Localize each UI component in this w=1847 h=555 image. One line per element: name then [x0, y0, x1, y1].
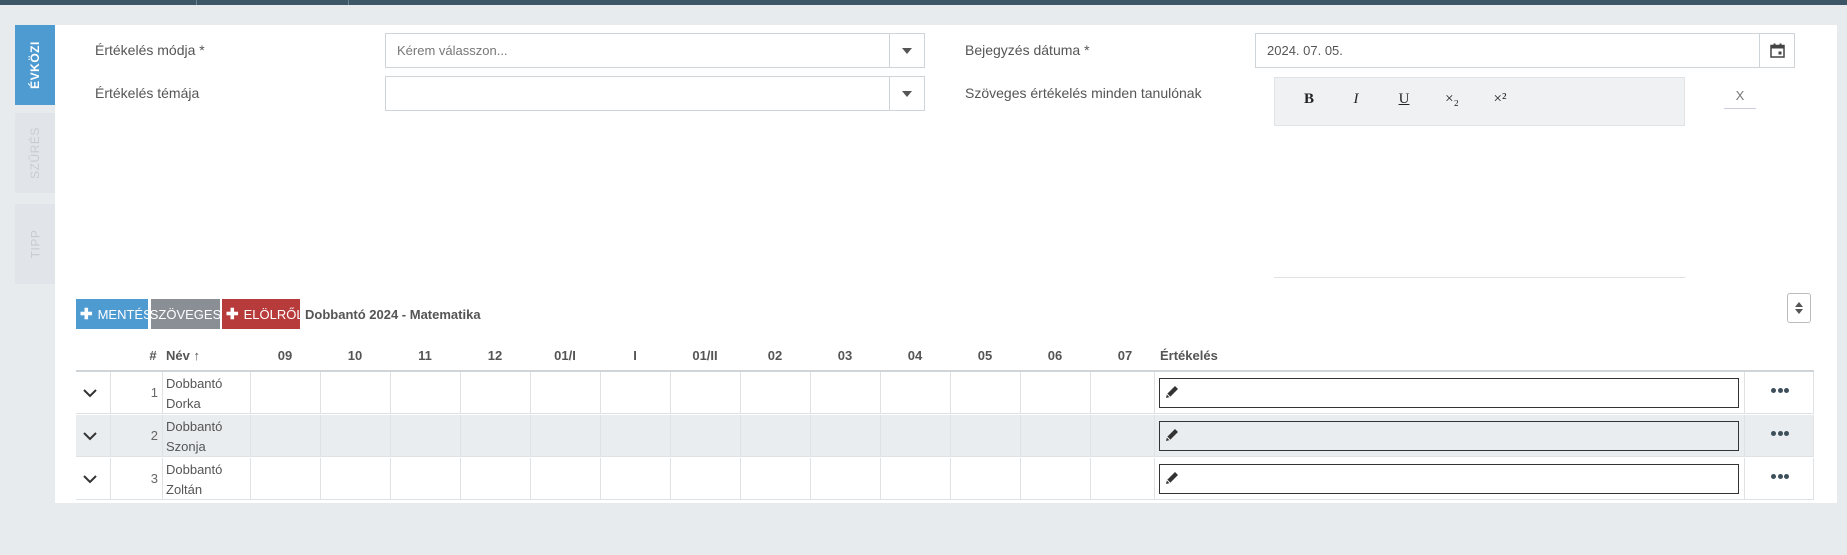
col-month: 05 [977, 348, 993, 363]
underline-button[interactable]: U [1391, 91, 1417, 113]
sort-toggle-button[interactable] [1787, 293, 1811, 323]
text-button[interactable]: SZÖVEGES [149, 299, 222, 329]
italic-button[interactable]: I [1343, 91, 1369, 113]
row-number: 3 [150, 471, 158, 486]
date-input[interactable]: 2024. 07. 05. [1255, 33, 1795, 68]
col-month: 06 [1047, 348, 1063, 363]
chevron-down-icon[interactable] [82, 471, 98, 487]
calendar-icon[interactable] [1759, 34, 1794, 67]
col-grade: Értékelés [1160, 348, 1218, 363]
clear-button[interactable]: X [1724, 83, 1756, 109]
save-button[interactable]: ✚ MENTÉS [76, 299, 152, 329]
col-name-label: Név [166, 348, 190, 363]
pencil-icon [1166, 429, 1178, 441]
student-name: Dobbantó Dorka [166, 376, 223, 411]
topic-select[interactable] [385, 76, 925, 111]
subscript-button[interactable]: ×₂ [1439, 91, 1465, 113]
sort-up-icon [1795, 302, 1803, 307]
tab-label: TIPP [27, 229, 42, 259]
chevron-down-icon[interactable] [82, 428, 98, 444]
tab-szures[interactable]: SZŰRÉS [15, 113, 55, 193]
col-name[interactable]: Név ↑ [166, 348, 200, 363]
mode-placeholder: Kérem válasszon... [397, 43, 508, 58]
tab-evkozi[interactable]: ÉVKÖZI [15, 25, 55, 105]
chevron-down-icon[interactable] [889, 77, 924, 110]
table-row: 2 Dobbantó Szonja [76, 415, 1814, 457]
pencil-icon [1166, 386, 1178, 398]
bold-button[interactable]: B [1296, 91, 1322, 113]
date-label: Bejegyzés dátuma * [965, 42, 1090, 58]
col-month: 02 [767, 348, 783, 363]
col-month: 09 [277, 348, 293, 363]
more-icon[interactable] [1771, 431, 1789, 437]
more-icon[interactable] [1771, 388, 1789, 394]
table-row: 1 Dobbantó Dorka [76, 372, 1814, 414]
col-month: 03 [837, 348, 853, 363]
tab-tipp[interactable]: TIPP [15, 204, 55, 284]
text-label: SZÖVEGES [149, 306, 222, 322]
tab-label: ÉVKÖZI [28, 41, 43, 89]
sort-arrow-icon: ↑ [189, 348, 200, 363]
col-month: 12 [487, 348, 503, 363]
col-month: I [633, 348, 637, 363]
table-row: 3 Dobbantó Zoltán [76, 458, 1814, 500]
col-month: 11 [418, 348, 432, 363]
col-month: 01/I [554, 348, 576, 363]
table-header: # Név ↑ 09 10 11 12 01/I I 01/II 02 03 0… [76, 340, 1814, 372]
col-month: 01/II [692, 348, 718, 363]
chevron-down-icon[interactable] [82, 385, 98, 401]
plus-icon: ✚ [226, 306, 239, 323]
topic-label: Értékelés témája [95, 85, 200, 101]
student-name: Dobbantó Zoltán [166, 462, 223, 497]
superscript-button[interactable]: ×² [1487, 91, 1513, 113]
plus-icon: ✚ [80, 306, 93, 323]
tab-label: SZŰRÉS [28, 127, 42, 179]
date-value: 2024. 07. 05. [1267, 43, 1343, 58]
text-editor[interactable] [1274, 126, 1685, 278]
chevron-down-icon[interactable] [889, 34, 924, 67]
reset-label: ELÖLRŐL [243, 306, 304, 322]
text-eval-label: Szöveges értékelés minden tanulónak [965, 85, 1202, 101]
top-bar [0, 0, 1847, 5]
editor-toolbar: B I U ×₂ ×² [1274, 77, 1685, 126]
subject-title: Dobbantó 2024 - Matematika [305, 307, 481, 322]
pencil-icon [1166, 472, 1178, 484]
more-icon[interactable] [1771, 474, 1789, 480]
save-label: MENTÉS [97, 306, 152, 322]
student-name: Dobbantó Szonja [166, 419, 223, 454]
row-number: 1 [150, 385, 158, 400]
sort-down-icon [1795, 309, 1803, 314]
grade-input[interactable] [1159, 378, 1739, 408]
col-hash: # [149, 348, 157, 363]
col-month: 10 [347, 348, 363, 363]
grade-input[interactable] [1159, 464, 1739, 494]
row-number: 2 [150, 428, 158, 443]
grade-input[interactable] [1159, 421, 1739, 451]
mode-label: Értékelés módja * [95, 42, 205, 58]
col-month: 07 [1117, 348, 1133, 363]
mode-select[interactable]: Kérem válasszon... [385, 33, 925, 68]
reset-button[interactable]: ✚ ELÖLRŐL [222, 299, 304, 329]
col-month: 04 [907, 348, 923, 363]
